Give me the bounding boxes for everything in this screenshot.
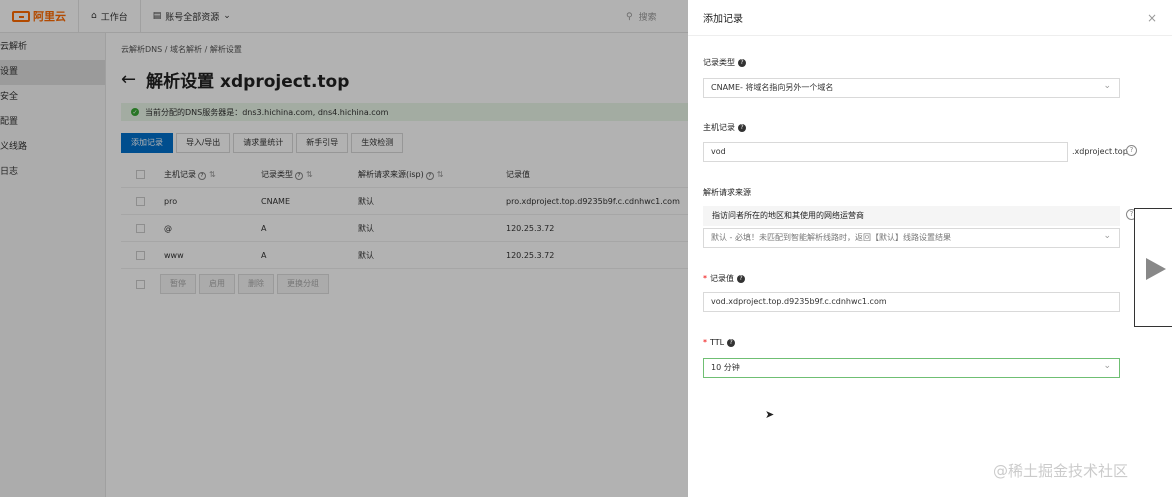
ttl-label: * TTL ? — [703, 338, 736, 347]
host-label: 主机记录 ? — [703, 122, 746, 133]
video-play-panel[interactable] — [1134, 208, 1172, 327]
record-type-label: 记录类型 ? — [703, 57, 746, 68]
help-icon[interactable]: ? — [727, 338, 736, 347]
add-record-drawer: 添加记录 × 记录类型 ? CNAME- 将域名指向另外一个域名 主机记录 ? … — [688, 0, 1172, 497]
modal-overlay[interactable] — [0, 0, 688, 497]
record-value-input[interactable]: vod.xdproject.top.d9235b9f.c.cdnhwc1.com — [703, 292, 1120, 312]
help-icon[interactable]: ? — [738, 58, 746, 67]
help-icon[interactable]: ? — [738, 123, 746, 132]
source-label: 解析请求来源 — [703, 188, 751, 197]
domain-suffix: .xdproject.top — [1072, 147, 1128, 156]
mouse-cursor-icon: ➤ — [765, 408, 775, 421]
drawer-title: 添加记录 — [703, 14, 743, 25]
source-select[interactable]: 默认 - 必填！未匹配到智能解析线路时，返回【默认】线路设置结果 — [703, 227, 1120, 248]
value-label: * 记录值 ? — [703, 273, 745, 284]
play-icon — [1146, 258, 1166, 280]
watermark: @稀土掘金技术社区 — [993, 462, 1129, 480]
record-type-select[interactable]: CNAME- 将域名指向另外一个域名 — [703, 77, 1120, 98]
host-input[interactable]: vod — [703, 142, 1068, 162]
help-icon[interactable]: ? — [737, 274, 745, 283]
ttl-select[interactable]: 10 分钟 — [703, 357, 1120, 378]
close-icon[interactable]: × — [1147, 11, 1157, 25]
drawer-header: 添加记录 × — [688, 0, 1172, 36]
help-icon[interactable]: ? — [1126, 145, 1137, 156]
source-tip: 指访问者所在的地区和其使用的网络运营商 — [703, 206, 1120, 226]
